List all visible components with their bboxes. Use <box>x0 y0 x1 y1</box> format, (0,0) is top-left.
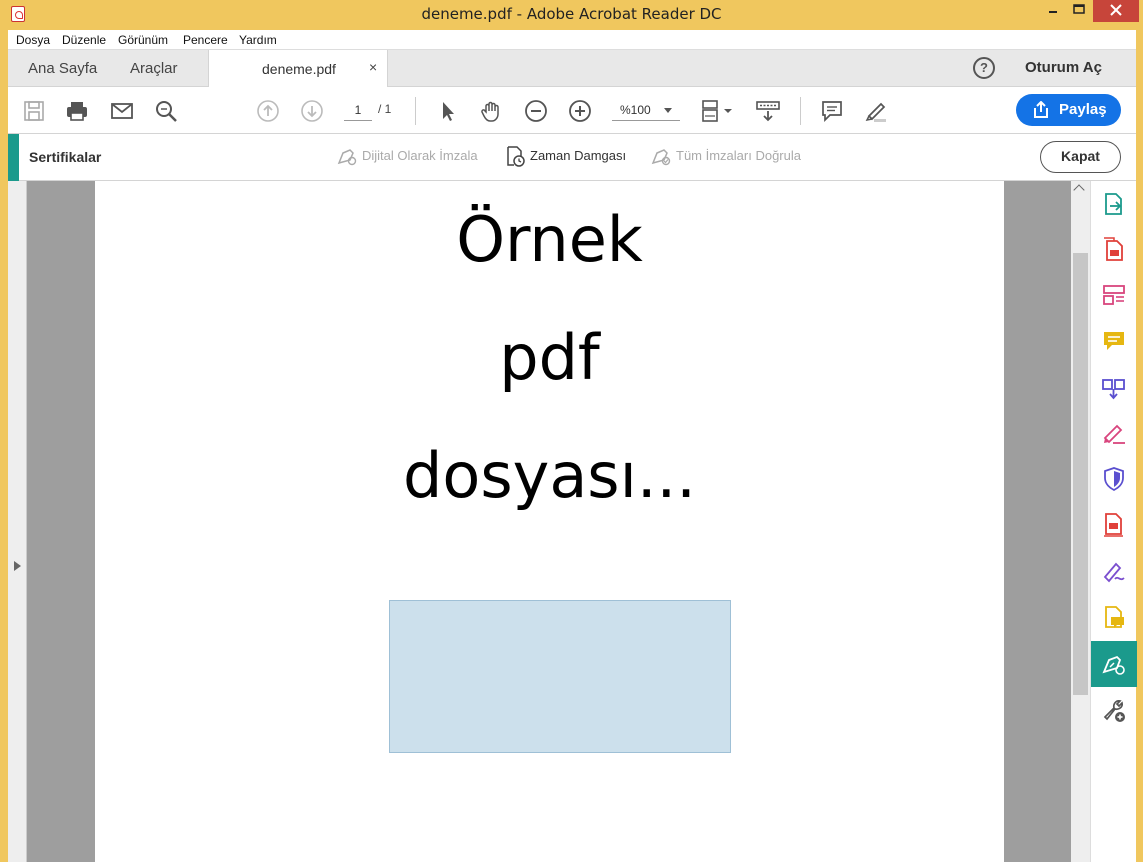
previous-page-icon[interactable] <box>256 99 280 123</box>
window-frame-left <box>0 30 8 862</box>
request-signature-icon[interactable] <box>1101 559 1127 585</box>
hand-tool-icon[interactable] <box>480 99 504 123</box>
comment-icon[interactable] <box>820 99 844 123</box>
pdf-page: Örnek pdf dosyası... <box>95 181 1004 862</box>
tab-home[interactable]: Ana Sayfa <box>28 60 97 77</box>
close-icon <box>1110 4 1122 16</box>
expand-arrow-icon <box>14 561 26 571</box>
email-icon[interactable] <box>110 99 134 123</box>
page-total: / 1 <box>378 102 392 116</box>
scrollbar-thumb[interactable] <box>1073 253 1088 695</box>
zoom-out-icon[interactable] <box>524 99 548 123</box>
validate-all-label: Tüm İmzaları Doğrula <box>676 148 801 163</box>
compress-pdf-icon[interactable] <box>1101 512 1127 538</box>
certificates-tool-button[interactable] <box>1091 641 1137 687</box>
menu-gorunum[interactable]: Görünüm <box>118 33 168 47</box>
tools-rail <box>1090 181 1137 862</box>
select-cursor-icon[interactable] <box>436 99 460 123</box>
zoom-select[interactable]: %100 <box>612 99 680 121</box>
certificates-title: Sertifikalar <box>29 149 102 165</box>
minimize-icon <box>1049 11 1057 13</box>
document-line-2: pdf <box>499 321 600 394</box>
find-icon[interactable] <box>154 99 178 123</box>
more-tools-icon[interactable] <box>1101 697 1127 723</box>
protect-icon[interactable] <box>1101 466 1127 492</box>
help-icon[interactable]: ? <box>973 57 995 79</box>
certificates-toolbar: Sertifikalar Dijital Olarak İmzala Zaman… <box>8 134 1136 181</box>
main-toolbar: 1 / 1 %100 Paylaş <box>8 87 1136 134</box>
document-viewer[interactable]: Örnek pdf dosyası... <box>27 181 1071 862</box>
share-label: Paylaş <box>1059 101 1107 118</box>
validate-signature-icon <box>651 149 671 166</box>
close-tab-icon[interactable]: × <box>369 59 377 75</box>
document-line-3: dosyası... <box>403 439 696 512</box>
digital-sign-button[interactable]: Dijital Olarak İmzala <box>337 148 478 166</box>
page-number-input[interactable]: 1 <box>344 99 372 121</box>
document-line-1: Örnek <box>456 203 643 276</box>
menu-yardim[interactable]: Yardım <box>239 33 277 47</box>
timestamp-icon <box>507 146 525 167</box>
fit-page-icon[interactable] <box>700 99 736 123</box>
close-certificates-button[interactable]: Kapat <box>1040 141 1121 173</box>
read-mode-icon[interactable] <box>756 99 780 123</box>
next-page-icon[interactable] <box>300 99 324 123</box>
menu-dosya[interactable]: Dosya <box>16 33 50 47</box>
highlight-icon[interactable] <box>864 99 888 123</box>
share-button[interactable]: Paylaş <box>1016 94 1121 126</box>
vertical-scrollbar[interactable] <box>1071 181 1090 862</box>
export-pdf-icon[interactable] <box>1101 191 1127 217</box>
acrobat-window: deneme.pdf - Adobe Acrobat Reader DC Dos… <box>0 0 1143 862</box>
tab-tools[interactable]: Araçlar <box>130 60 178 77</box>
send-for-comments-icon[interactable] <box>1101 605 1127 631</box>
pen-certificate-icon <box>337 149 357 166</box>
certificates-accent <box>8 134 19 181</box>
zoom-in-icon[interactable] <box>568 99 592 123</box>
save-icon[interactable] <box>22 99 46 123</box>
digital-sign-label: Dijital Olarak İmzala <box>362 148 478 163</box>
scroll-up-icon[interactable] <box>1073 184 1085 196</box>
menu-bar: Dosya Düzenle Görünüm Pencere Yardım <box>8 30 1136 50</box>
certificates-icon <box>1102 655 1125 675</box>
signature-field[interactable] <box>389 600 731 753</box>
maximize-icon <box>1073 4 1085 14</box>
print-icon[interactable] <box>65 99 89 123</box>
toolbar-divider <box>800 97 801 125</box>
window-title: deneme.pdf - Adobe Acrobat Reader DC <box>421 5 722 23</box>
timestamp-label: Zaman Damgası <box>530 148 627 163</box>
menu-pencere[interactable]: Pencere <box>183 33 228 47</box>
signin-link[interactable]: Oturum Aç <box>1025 59 1102 76</box>
navigation-pane-toggle[interactable] <box>8 181 27 862</box>
share-icon <box>1034 101 1048 118</box>
maximize-button[interactable] <box>1066 0 1092 22</box>
minimize-button[interactable] <box>1040 0 1066 22</box>
title-bar: deneme.pdf - Adobe Acrobat Reader DC <box>0 0 1143 30</box>
fill-sign-icon[interactable] <box>1101 420 1127 446</box>
menu-duzenle[interactable]: Düzenle <box>62 33 106 47</box>
tab-bar: Ana Sayfa Araçlar deneme.pdf × ? Oturum … <box>8 50 1136 87</box>
create-pdf-icon[interactable] <box>1101 236 1127 262</box>
document-tab-label: deneme.pdf <box>262 61 336 77</box>
window-frame-right <box>1136 30 1143 862</box>
comment-tool-icon[interactable] <box>1101 328 1127 354</box>
validate-all-signatures-button[interactable]: Tüm İmzaları Doğrula <box>651 148 801 166</box>
timestamp-button[interactable]: Zaman Damgası <box>507 146 627 167</box>
close-window-button[interactable] <box>1093 0 1139 22</box>
tab-document[interactable]: deneme.pdf × <box>208 50 388 87</box>
organize-pages-icon[interactable] <box>1101 374 1127 400</box>
edit-pdf-icon[interactable] <box>1101 282 1127 308</box>
toolbar-divider <box>415 97 416 125</box>
